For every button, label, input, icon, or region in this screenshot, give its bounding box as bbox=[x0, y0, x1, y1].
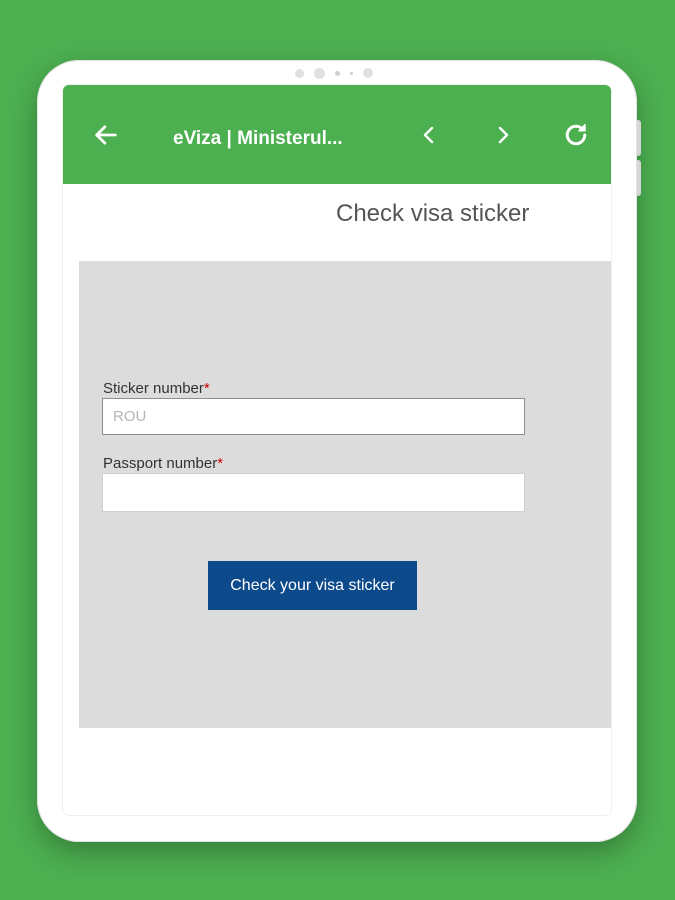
sticker-number-input[interactable] bbox=[102, 398, 525, 435]
chevron-right-icon[interactable] bbox=[486, 118, 520, 152]
app-toolbar: eViza | Ministerul... bbox=[63, 85, 611, 184]
sticker-number-label-text: Sticker number bbox=[103, 380, 204, 397]
passport-number-label: Passport number* bbox=[103, 455, 223, 473]
chevron-left-icon[interactable] bbox=[412, 118, 446, 152]
passport-number-input[interactable] bbox=[102, 473, 525, 512]
tablet-side-button-top bbox=[637, 120, 641, 156]
toolbar-title: eViza | Ministerul... bbox=[173, 128, 343, 149]
passport-number-label-text: Passport number bbox=[103, 455, 218, 472]
arrow-left-icon[interactable] bbox=[89, 118, 123, 152]
refresh-icon[interactable] bbox=[559, 118, 593, 152]
tablet-camera-sensors bbox=[295, 67, 373, 79]
tablet-side-button-bottom bbox=[637, 160, 641, 196]
check-visa-sticker-button[interactable]: Check your visa sticker bbox=[208, 561, 417, 610]
page-title: Check visa sticker bbox=[336, 200, 530, 227]
sticker-number-label: Sticker number* bbox=[103, 380, 210, 398]
visa-check-form: Sticker number* Passport number* Check y… bbox=[79, 261, 611, 728]
app-screen: eViza | Ministerul... Check visa sticker… bbox=[63, 85, 611, 815]
required-asterisk: * bbox=[217, 455, 224, 472]
required-asterisk: * bbox=[203, 380, 210, 397]
